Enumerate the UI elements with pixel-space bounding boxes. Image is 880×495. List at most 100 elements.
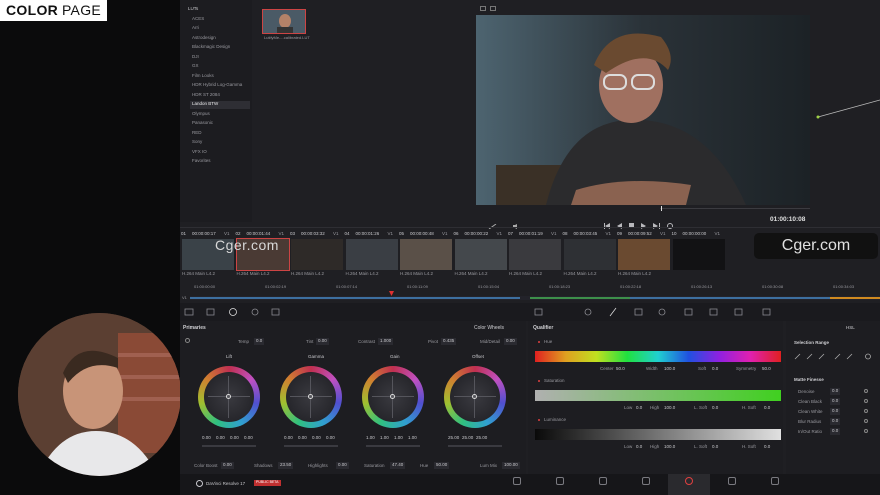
tab-cut[interactable]: Cut [539, 474, 581, 495]
hue-soft-field[interactable]: 0.0 [712, 366, 718, 372]
playhead-marker[interactable] [389, 283, 394, 296]
wheel-puck[interactable] [390, 394, 395, 399]
pen-tool-icon[interactable] [488, 216, 498, 230]
wheel-value[interactable]: 1.00 [380, 435, 389, 441]
wheel-lift[interactable] [198, 366, 260, 428]
clip-08[interactable]: 08 00:00:03:45 V1 H.264 Main L4.2 [561, 230, 616, 280]
viewer-layout-icon[interactable] [480, 6, 486, 11]
clip-09[interactable]: 09 00:00:09:52 V1 H.264 Main L4.2 [616, 230, 670, 280]
wheel-puck[interactable] [308, 394, 313, 399]
lut-item[interactable]: RED [192, 130, 202, 136]
luminance-bar[interactable] [535, 429, 781, 440]
wheel-gamma[interactable] [280, 366, 342, 428]
wheel-puck[interactable] [472, 394, 477, 399]
lum-high-field[interactable]: 100.0 [664, 444, 675, 450]
audio-icon[interactable] [513, 216, 520, 229]
hue-width-field[interactable]: 100.0 [664, 366, 675, 372]
wheel-offset[interactable] [444, 366, 506, 428]
lut-item[interactable]: ACES [192, 16, 204, 22]
lut-item[interactable]: Olympus [192, 111, 210, 117]
wheel-master-slider[interactable] [284, 445, 338, 447]
wheel-value[interactable]: 1.00 [366, 435, 375, 441]
wheel-value[interactable]: 0.00 [326, 435, 335, 441]
clip-thumbnail[interactable] [291, 239, 343, 270]
tab-media[interactable]: Media [496, 474, 538, 495]
wheel-value[interactable]: 1.00 [394, 435, 403, 441]
wheel-master-slider[interactable] [366, 445, 420, 447]
clip-thumbnail[interactable] [563, 239, 616, 270]
clip-07[interactable]: 07 00:00:01:19 V1 H.264 Main L4.2 [507, 230, 561, 280]
lut-item[interactable]: HDR Hybrid Log-Gamma [192, 82, 242, 88]
wheel-master-slider[interactable] [202, 445, 256, 447]
wheel-value[interactable]: 0.00 [230, 435, 239, 441]
matte-row-value[interactable]: 0.0 [830, 408, 841, 415]
reset-icon[interactable] [864, 399, 868, 403]
wheel-value[interactable]: 0.00 [312, 435, 321, 441]
lut-item[interactable]: Landon BTW [192, 101, 218, 107]
clip-thumbnail[interactable] [509, 239, 561, 270]
lut-item[interactable]: LUTs [188, 6, 198, 12]
matte-row-value[interactable]: 0.0 [830, 388, 841, 395]
reset-icon[interactable] [864, 419, 868, 423]
lum-lsoft-field[interactable]: 0.0 [712, 444, 718, 450]
wheel-value[interactable]: 25.00 [476, 435, 487, 441]
wheel-value[interactable]: 0.00 [216, 435, 225, 441]
clip-05[interactable]: 05 00:00:00:48 V1 H.264 Main L4.2 [398, 230, 452, 280]
bottom-value[interactable]: 23.50 [278, 462, 294, 469]
lut-item[interactable]: Panasonic [192, 120, 213, 126]
lut-item[interactable]: DJI [192, 54, 199, 60]
reset-icon[interactable] [185, 338, 190, 343]
wheel-value[interactable]: 25.00 [448, 435, 459, 441]
saturation-bar[interactable] [535, 390, 781, 401]
sat-low-field[interactable]: 0.0 [636, 405, 642, 411]
reset-icon[interactable] [864, 429, 868, 433]
wheel-value[interactable]: 0.00 [284, 435, 293, 441]
wheel-value[interactable]: 0.00 [202, 435, 211, 441]
sat-enable-dot[interactable] [538, 380, 540, 382]
lut-item[interactable]: Arri [192, 25, 199, 31]
bottom-value[interactable]: 100.00 [502, 462, 520, 469]
clip-thumbnail[interactable] [618, 239, 670, 270]
hue-sym-field[interactable]: 50.0 [762, 366, 771, 372]
lut-item[interactable]: Favorites [192, 158, 211, 164]
lum-hsoft-field[interactable]: 0.0 [764, 444, 770, 450]
hue-enable-dot[interactable] [538, 341, 540, 343]
lut-item[interactable]: Sony [192, 139, 202, 145]
clip-06[interactable]: 06 00:00:00:22 V1 H.264 Main L4.2 [452, 230, 507, 280]
lum-low-field[interactable]: 0.0 [636, 444, 642, 450]
middetail-field[interactable]: 0.00 [504, 338, 517, 345]
contrast-field[interactable]: 1.000 [378, 338, 394, 345]
wheel-value[interactable]: 1.00 [408, 435, 417, 441]
tint-field[interactable]: 0.00 [316, 338, 329, 345]
primaries-mode-select[interactable]: Color Wheels [474, 326, 504, 331]
tab-fusion[interactable]: Fusion [625, 474, 667, 495]
hue-center-field[interactable]: 50.0 [616, 366, 625, 372]
bottom-value[interactable]: 47.40 [390, 462, 406, 469]
bottom-value[interactable]: 0.00 [336, 462, 349, 469]
wheel-value[interactable]: 0.00 [298, 435, 307, 441]
viewer-mode-icon[interactable] [490, 6, 496, 11]
lut-item[interactable]: Astrodesign [192, 35, 216, 41]
wheel-master-slider[interactable] [448, 445, 502, 447]
temp-field[interactable]: 0.0 [254, 338, 265, 345]
lut-thumbnail[interactable] [262, 9, 306, 34]
clip-thumbnail[interactable] [672, 239, 725, 270]
scrub-playhead[interactable] [661, 206, 662, 211]
lum-enable-dot[interactable] [538, 419, 540, 421]
lut-item[interactable]: Film Looks [192, 73, 214, 79]
clip-10[interactable]: 10 00:00:00:00 V1 [670, 230, 725, 280]
bottom-value[interactable]: 50.00 [434, 462, 450, 469]
matte-row-value[interactable]: 0.0 [830, 428, 841, 435]
hsl-label[interactable]: HSL [846, 325, 855, 331]
lut-item[interactable]: VFX IO [192, 149, 207, 155]
sat-hsoft-field[interactable]: 0.0 [764, 405, 770, 411]
scrub-bar[interactable] [660, 208, 810, 209]
sat-lsoft-field[interactable]: 0.0 [712, 405, 718, 411]
tab-fairlight[interactable]: Fairlight [711, 474, 753, 495]
clip-thumbnail[interactable] [345, 239, 398, 270]
clip-thumbnail[interactable] [454, 239, 507, 270]
matte-row-value[interactable]: 0.0 [830, 418, 841, 425]
clip-04[interactable]: 04 00:00:01:26 V1 H.264 Main L4.2 [343, 230, 398, 280]
lut-item[interactable]: HDR ST 2084 [192, 92, 220, 98]
video-viewer[interactable] [476, 15, 810, 205]
